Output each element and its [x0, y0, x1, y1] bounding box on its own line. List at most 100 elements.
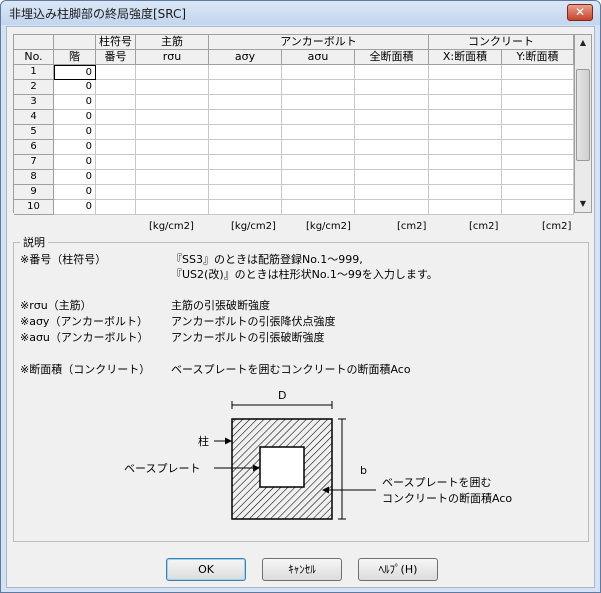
- grid-cell-total-area[interactable]: [355, 65, 429, 80]
- grid-cell-x-area[interactable]: [429, 140, 502, 155]
- grid-cell-y-area[interactable]: [502, 200, 574, 215]
- row-header[interactable]: 7: [14, 155, 54, 170]
- col-header-a-sigma-y[interactable]: aσy: [209, 50, 282, 65]
- grid-cell-number[interactable]: [96, 140, 136, 155]
- grid-cell-floor[interactable]: 0: [54, 80, 96, 95]
- grid-cell-a-sigma-u[interactable]: [282, 170, 355, 185]
- grid-cell-floor[interactable]: 0: [54, 155, 96, 170]
- grid-cell-a-sigma-y[interactable]: [209, 125, 282, 140]
- col-header-total-area[interactable]: 全断面積: [355, 50, 429, 65]
- col-header-y-area[interactable]: Y:断面積: [502, 50, 574, 65]
- grid-cell-r-sigma-u[interactable]: [136, 200, 209, 215]
- grid-cell-x-area[interactable]: [429, 80, 502, 95]
- grid-cell-a-sigma-u[interactable]: [282, 110, 355, 125]
- grid-cell-total-area[interactable]: [355, 185, 429, 200]
- title-bar[interactable]: 非埋込み柱脚部の終局強度[SRC] ✕: [1, 1, 600, 25]
- grid-cell-x-area[interactable]: [429, 185, 502, 200]
- grid-cell-total-area[interactable]: [355, 170, 429, 185]
- grid-cell-number[interactable]: [96, 125, 136, 140]
- close-button[interactable]: ✕: [567, 4, 593, 21]
- grid-cell-total-area[interactable]: [355, 110, 429, 125]
- grid-cell-a-sigma-y[interactable]: [209, 140, 282, 155]
- col-header-x-area[interactable]: X:断面積: [429, 50, 502, 65]
- grid-cell-r-sigma-u[interactable]: [136, 95, 209, 110]
- grid-cell-number[interactable]: [96, 80, 136, 95]
- grid-cell-r-sigma-u[interactable]: [136, 170, 209, 185]
- grid-cell-y-area[interactable]: [502, 95, 574, 110]
- grid-cell-a-sigma-u[interactable]: [282, 80, 355, 95]
- row-header[interactable]: 6: [14, 140, 54, 155]
- grid-cell-a-sigma-y[interactable]: [209, 170, 282, 185]
- col-header-floor[interactable]: 階: [54, 50, 96, 65]
- grid-cell-floor[interactable]: 0: [54, 125, 96, 140]
- grid-cell-total-area[interactable]: [355, 125, 429, 140]
- grid-cell-number[interactable]: [96, 200, 136, 215]
- grid-cell-y-area[interactable]: [502, 140, 574, 155]
- grid-cell-number[interactable]: [96, 155, 136, 170]
- grid-cell-a-sigma-u[interactable]: [282, 155, 355, 170]
- grid-cell-a-sigma-y[interactable]: [209, 95, 282, 110]
- grid-vertical-scrollbar[interactable]: ▲ ▼: [575, 34, 592, 213]
- row-header[interactable]: 3: [14, 95, 54, 110]
- grid-cell-y-area[interactable]: [502, 170, 574, 185]
- grid-cell-y-area[interactable]: [502, 65, 574, 80]
- grid-cell-x-area[interactable]: [429, 155, 502, 170]
- grid-cell-floor[interactable]: 0: [54, 185, 96, 200]
- grid-cell-floor[interactable]: 0: [54, 200, 96, 215]
- grid-cell-number[interactable]: [96, 110, 136, 125]
- grid-cell-total-area[interactable]: [355, 140, 429, 155]
- grid-cell-a-sigma-u[interactable]: [282, 200, 355, 215]
- grid-cell-number[interactable]: [96, 95, 136, 110]
- grid-cell-total-area[interactable]: [355, 200, 429, 215]
- row-header[interactable]: 4: [14, 110, 54, 125]
- grid-cell-y-area[interactable]: [502, 125, 574, 140]
- grid-cell-r-sigma-u[interactable]: [136, 110, 209, 125]
- grid-cell-a-sigma-u[interactable]: [282, 140, 355, 155]
- grid-cell-a-sigma-u[interactable]: [282, 185, 355, 200]
- grid-cell-floor[interactable]: 0: [54, 65, 96, 80]
- col-header-r-sigma-u[interactable]: rσu: [136, 50, 209, 65]
- row-header[interactable]: 1: [14, 65, 54, 80]
- grid-cell-floor[interactable]: 0: [54, 140, 96, 155]
- grid-cell-floor[interactable]: 0: [54, 110, 96, 125]
- grid-cell-total-area[interactable]: [355, 95, 429, 110]
- scroll-down-arrow-icon[interactable]: ▼: [575, 196, 591, 212]
- row-header[interactable]: 8: [14, 170, 54, 185]
- grid-cell-r-sigma-u[interactable]: [136, 125, 209, 140]
- grid-cell-a-sigma-y[interactable]: [209, 110, 282, 125]
- grid-cell-a-sigma-u[interactable]: [282, 95, 355, 110]
- grid-cell-floor[interactable]: 0: [54, 170, 96, 185]
- grid-cell-a-sigma-y[interactable]: [209, 155, 282, 170]
- grid-cell-floor[interactable]: 0: [54, 95, 96, 110]
- row-header[interactable]: 9: [14, 185, 54, 200]
- row-header[interactable]: 5: [14, 125, 54, 140]
- grid-cell-r-sigma-u[interactable]: [136, 155, 209, 170]
- row-header[interactable]: 10: [14, 200, 54, 215]
- row-header[interactable]: 2: [14, 80, 54, 95]
- col-header-number[interactable]: 番号: [96, 50, 136, 65]
- grid-cell-y-area[interactable]: [502, 155, 574, 170]
- ok-button[interactable]: OK: [166, 558, 246, 581]
- grid-cell-x-area[interactable]: [429, 200, 502, 215]
- grid-cell-a-sigma-u[interactable]: [282, 65, 355, 80]
- grid-cell-x-area[interactable]: [429, 110, 502, 125]
- grid-cell-a-sigma-y[interactable]: [209, 80, 282, 95]
- grid-cell-a-sigma-y[interactable]: [209, 65, 282, 80]
- cancel-button[interactable]: ｷｬﾝｾﾙ: [262, 558, 342, 581]
- grid-cell-r-sigma-u[interactable]: [136, 185, 209, 200]
- grid-cell-x-area[interactable]: [429, 170, 502, 185]
- grid-cell-total-area[interactable]: [355, 155, 429, 170]
- grid-cell-number[interactable]: [96, 170, 136, 185]
- grid-cell-a-sigma-y[interactable]: [209, 185, 282, 200]
- grid-cell-number[interactable]: [96, 185, 136, 200]
- grid-cell-a-sigma-y[interactable]: [209, 200, 282, 215]
- help-button[interactable]: ﾍﾙﾌﾟ(H): [358, 558, 438, 581]
- grid-cell-x-area[interactable]: [429, 95, 502, 110]
- grid-cell-r-sigma-u[interactable]: [136, 140, 209, 155]
- grid-cell-number[interactable]: [96, 65, 136, 80]
- col-header-no[interactable]: No.: [14, 50, 54, 65]
- grid-cell-r-sigma-u[interactable]: [136, 65, 209, 80]
- grid-cell-a-sigma-u[interactable]: [282, 125, 355, 140]
- col-header-a-sigma-u[interactable]: aσu: [282, 50, 355, 65]
- grid-cell-r-sigma-u[interactable]: [136, 80, 209, 95]
